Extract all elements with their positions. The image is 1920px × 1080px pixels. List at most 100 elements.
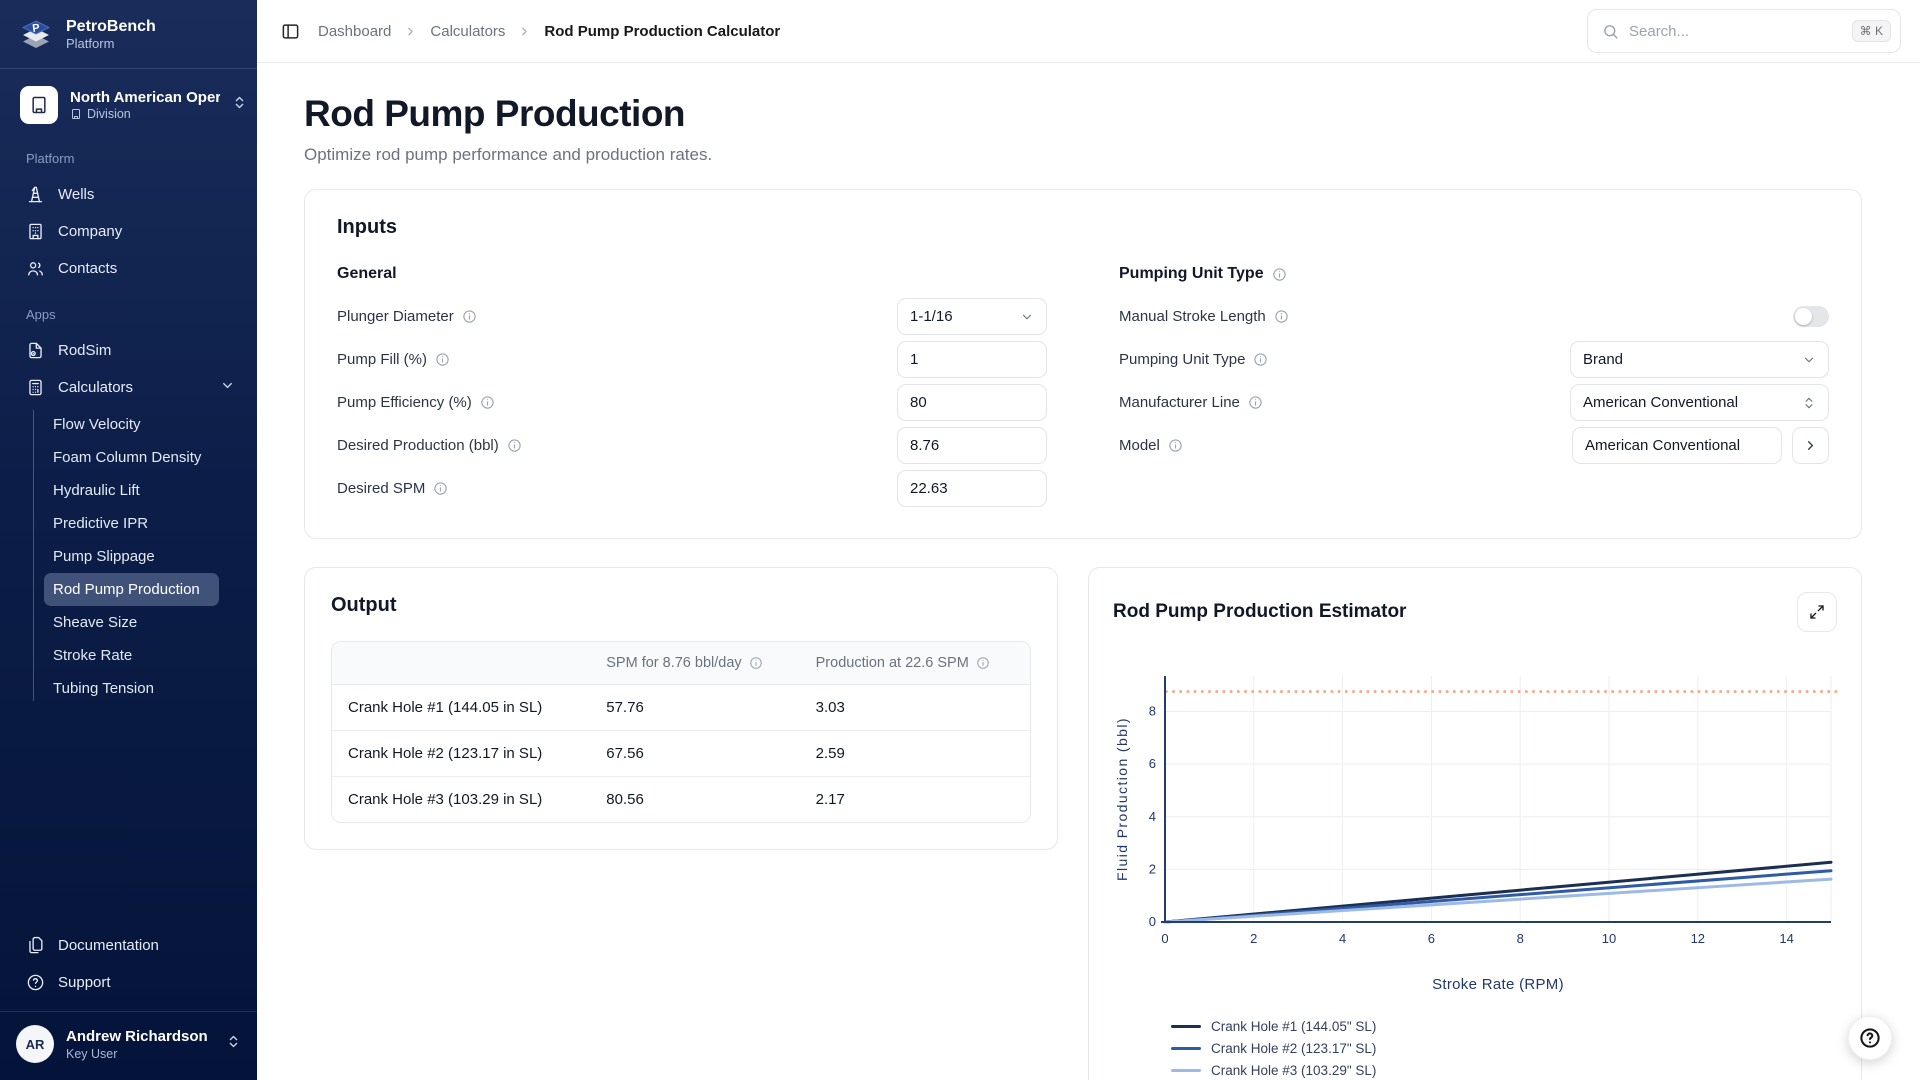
svg-text:0: 0: [1161, 931, 1168, 946]
sidebar-item-predictive-ipr[interactable]: Predictive IPR: [44, 507, 219, 540]
output-table: SPM for 8.76 bbl/day Production at 22.6 …: [331, 641, 1031, 823]
field-manual-stroke-length: Manual Stroke Length: [1119, 295, 1829, 338]
user-menu[interactable]: AR Andrew Richardson Key User: [0, 1012, 257, 1078]
chevrons-up-down-icon: [226, 1034, 241, 1054]
sidebar-item-wells[interactable]: Wells: [0, 176, 257, 213]
sidebar-section-platform: Platform: [0, 131, 257, 176]
sidebar-item-sheave-size[interactable]: Sheave Size: [44, 606, 219, 639]
chart-card: Rod Pump Production Estimator 0246810121…: [1088, 567, 1862, 1080]
svg-text:14: 14: [1779, 931, 1793, 946]
model-value[interactable]: American Conventional: [1572, 427, 1782, 464]
sidebar-item-foam-column-density[interactable]: Foam Column Density: [44, 441, 219, 474]
table-row: Crank Hole #2 (123.17 in SL)67.562.59: [332, 731, 1030, 777]
info-icon: [1274, 309, 1289, 324]
sidebar-item-tubing-tension[interactable]: Tubing Tension: [44, 672, 219, 705]
breadcrumb-dashboard[interactable]: Dashboard: [318, 23, 391, 40]
field-plunger-diameter: Plunger Diameter 1-1/16: [337, 295, 1047, 338]
help-button[interactable]: [1848, 1016, 1892, 1060]
info-icon: [1248, 395, 1263, 410]
org-type: Division: [87, 107, 131, 121]
page-subtitle: Optimize rod pump performance and produc…: [304, 145, 1862, 165]
production-chart: 0246810121402468Fluid Production (bbl): [1113, 666, 1837, 966]
sidebar-item-stroke-rate[interactable]: Stroke Rate: [44, 639, 219, 672]
sublist-guide-line: [33, 410, 34, 701]
svg-text:8: 8: [1149, 704, 1156, 719]
sidebar-item-contacts[interactable]: Contacts: [0, 250, 257, 287]
brand-subtitle: Platform: [66, 36, 156, 51]
expand-chart-button[interactable]: [1797, 592, 1837, 632]
chevrons-up-down-icon: [232, 95, 247, 115]
calculators-sublist: Flow VelocityFoam Column DensityHydrauli…: [0, 406, 257, 709]
legend-item: Crank Hole #2 (123.17" SL): [1171, 1041, 1837, 1056]
sidebar-toggle-button[interactable]: [281, 22, 300, 41]
sidebar-item-rodsim[interactable]: RodSim: [0, 332, 257, 369]
rodsim-icon: [26, 341, 45, 360]
field-pump-fill: Pump Fill (%): [337, 338, 1047, 381]
panel-left-icon: [281, 22, 300, 41]
keyboard-shortcut-badge: ⌘ K: [1852, 20, 1891, 42]
info-icon: [976, 656, 990, 670]
top-header: Dashboard Calculators Rod Pump Productio…: [257, 0, 1920, 63]
pumping-unit-type-select[interactable]: Brand: [1570, 341, 1829, 378]
legend-swatch: [1171, 1025, 1201, 1028]
svg-text:2: 2: [1250, 931, 1257, 946]
chevrons-up-down-icon: [1802, 396, 1816, 410]
page-title: Rod Pump Production: [304, 93, 1862, 135]
chevron-right-icon: [518, 25, 531, 38]
petrobench-logo-icon: P: [18, 14, 54, 55]
building-icon: [26, 222, 45, 241]
desired-spm-input[interactable]: [897, 470, 1047, 507]
field-manufacturer-line: Manufacturer Line American Conventional: [1119, 381, 1829, 424]
avatar: AR: [16, 1025, 54, 1063]
manual-stroke-length-toggle[interactable]: [1793, 306, 1829, 327]
info-icon: [749, 656, 763, 670]
svg-text:0: 0: [1149, 914, 1156, 929]
derrick-icon: [26, 185, 45, 204]
pump-fill-input[interactable]: [897, 341, 1047, 378]
legend-item: Crank Hole #1 (144.05" SL): [1171, 1019, 1837, 1034]
svg-text:4: 4: [1339, 931, 1346, 946]
toggle-knob: [1795, 308, 1812, 325]
calculator-icon: [26, 378, 45, 397]
field-desired-spm: Desired SPM: [337, 467, 1047, 510]
breadcrumb: Dashboard Calculators Rod Pump Productio…: [318, 23, 780, 40]
pump-efficiency-input[interactable]: [897, 384, 1047, 421]
sidebar-item-calculators[interactable]: Calculators: [0, 369, 257, 406]
sidebar-item-documentation[interactable]: Documentation: [0, 927, 257, 964]
manufacturer-line-select[interactable]: American Conventional: [1570, 384, 1829, 421]
sidebar-item-rod-pump-production[interactable]: Rod Pump Production: [44, 573, 219, 606]
legend-item: Crank Hole #3 (103.29" SL): [1171, 1063, 1837, 1078]
org-building-icon: [20, 86, 58, 124]
breadcrumb-calculators[interactable]: Calculators: [430, 23, 505, 40]
output-card-title: Output: [331, 594, 1031, 617]
svg-text:4: 4: [1149, 809, 1156, 824]
table-row: Crank Hole #1 (144.05 in SL)57.763.03: [332, 685, 1030, 731]
chart-x-axis-label: Stroke Rate (RPM): [1165, 976, 1831, 993]
model-drilldown-button[interactable]: [1792, 427, 1829, 464]
sidebar-item-company[interactable]: Company: [0, 213, 257, 250]
brand-name: PetroBench: [66, 17, 156, 36]
info-icon: [433, 481, 448, 496]
org-switcher[interactable]: North American Operations Division: [12, 81, 245, 129]
sidebar-item-support[interactable]: Support: [0, 964, 257, 1001]
search-box[interactable]: ⌘ K: [1587, 9, 1901, 53]
sidebar-item-pump-slippage[interactable]: Pump Slippage: [44, 540, 219, 573]
chevron-down-icon: [1020, 310, 1034, 324]
table-row: Crank Hole #3 (103.29 in SL)80.562.17: [332, 777, 1030, 823]
info-icon: [507, 438, 522, 453]
column-header-production: Production at 22.6 SPM: [800, 642, 1030, 685]
search-input[interactable]: [1629, 23, 1842, 40]
sidebar-section-apps: Apps: [0, 287, 257, 332]
plunger-diameter-select[interactable]: 1-1/16: [897, 298, 1047, 335]
svg-text:12: 12: [1691, 931, 1705, 946]
inputs-card-title: Inputs: [337, 216, 1829, 239]
info-icon: [1253, 352, 1268, 367]
user-name: Andrew Richardson: [66, 1027, 208, 1047]
help-circle-icon: [26, 973, 45, 992]
column-header-empty: [332, 642, 590, 685]
sidebar-item-flow-velocity[interactable]: Flow Velocity: [44, 408, 219, 441]
table-header-row: SPM for 8.76 bbl/day Production at 22.6 …: [332, 642, 1030, 685]
desired-production-input[interactable]: [897, 427, 1047, 464]
sidebar-item-hydraulic-lift[interactable]: Hydraulic Lift: [44, 474, 219, 507]
chevron-right-icon: [1803, 438, 1818, 453]
